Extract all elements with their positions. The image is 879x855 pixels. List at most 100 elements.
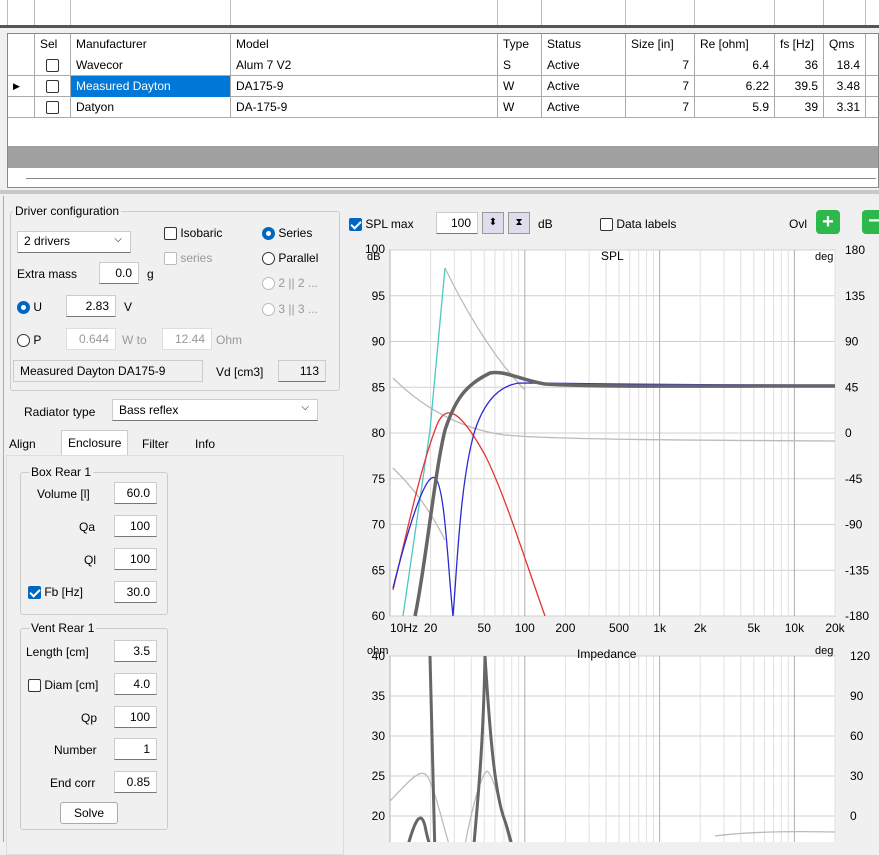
minus-icon[interactable]: − [862,210,879,234]
spl-title: SPL [601,249,624,263]
cell-qms: 18.4 [824,55,866,76]
plus-icon[interactable]: + [816,210,840,234]
tab-filter[interactable]: Filter [142,433,169,455]
fb-checkbox[interactable] [28,586,41,600]
extra-mass-label: Extra mass [17,267,78,281]
splitter[interactable] [0,190,879,194]
spl-y-tick: 95 [372,289,386,303]
end-corr-input[interactable]: 0.85 [114,771,157,793]
cell-manufacturer: Datyon [71,97,231,118]
spl-y-tick: 75 [372,472,386,486]
row-select-checkbox[interactable] [46,101,59,115]
qp-input[interactable]: 100 [114,706,157,728]
cell-type: S [498,55,542,76]
cell-re: 6.4 [695,55,775,76]
radiator-type-select[interactable]: Bass reflex ⌵ [112,399,318,421]
table-row[interactable]: ▶ Measured Dayton DA175-9 W Active 7 6.2… [8,76,878,97]
table-row[interactable]: Datyon DA-175-9 W Active 7 5.9 39 3.31 [8,97,878,118]
table-scrollbar[interactable] [8,146,878,168]
table-header: Sel Manufacturer Model Type Status Size … [8,34,878,55]
vd-value: 113 [278,360,326,382]
power-input[interactable]: 0.644 [66,328,116,350]
header-qms[interactable]: Qms [824,34,866,55]
cell-re: 5.9 [695,97,775,118]
header-manufacturer[interactable]: Manufacturer [71,34,231,55]
spl-y-tick: 80 [372,426,386,440]
imp-y-tick: 25 [372,769,386,783]
tab-info[interactable]: Info [195,433,215,455]
db-unit: dB [538,217,553,231]
left-panel: Driver configuration 2 drivers ⌵ Isobari… [3,196,344,855]
spl-y2-tick: 135 [845,289,865,303]
imp-y-unit: ohm [367,645,388,657]
spl-y2-tick: -180 [845,609,869,623]
imp-y2-tick: 60 [850,729,864,743]
solve-button[interactable]: Solve [60,802,118,824]
driver-table: Sel Manufacturer Model Type Status Size … [7,33,879,188]
spl-max-checkbox[interactable] [349,218,362,232]
spl-y2-tick: 180 [845,243,865,257]
current-row-arrow-icon: ▶ [8,76,35,97]
imp-y2-tick: 30 [850,769,864,783]
cell-manufacturer: Measured Dayton [71,76,231,97]
table-row[interactable]: Wavecor Alum 7 V2 S Active 7 6.4 36 18.4 [8,55,878,76]
diam-input[interactable]: 4.0 [114,673,157,695]
qa-label: Qa [79,520,96,534]
spl-y2-tick: 0 [845,426,852,440]
power-unit: W to [122,333,147,347]
spl-x-tick: 50 [478,621,492,635]
config-2x2-radio[interactable] [262,277,275,291]
header-fs[interactable]: fs [Hz] [775,34,824,55]
isobaric-checkbox[interactable] [164,227,177,241]
impedance-input[interactable]: 12.44 [162,328,212,350]
volume-input[interactable]: 60.0 [114,482,157,504]
config-3x3-radio[interactable] [262,303,275,317]
header-model[interactable]: Model [231,34,498,55]
imp-y2-tick: 120 [850,649,870,663]
drivers-select[interactable]: 2 drivers ⌵ [17,231,131,253]
volume-label: Volume [l] [37,487,90,501]
series-radio[interactable] [262,227,275,241]
diam-checkbox[interactable] [28,679,41,693]
header-sel[interactable]: Sel [35,34,71,55]
spl-x-tick: 500 [609,621,629,635]
length-input[interactable]: 3.5 [114,640,157,662]
spinner-updown-icon[interactable]: ⬍ [482,212,504,234]
spl-max-input[interactable]: 100 [436,212,478,234]
spl-chart: 100 180 95 135 90 90 85 45 80 0 75 -45 70 -90 65 -135 60… [365,242,869,635]
voltage-radio[interactable] [17,301,30,315]
row-select-checkbox[interactable] [46,80,59,94]
tab-align[interactable]: Align [6,433,39,455]
spl-y2-tick: 45 [845,380,859,394]
cell-qms: 3.31 [824,97,866,118]
header-status[interactable]: Status [542,34,626,55]
spl-y-tick: 90 [372,335,386,349]
imp-y2-tick: 90 [850,689,864,703]
ql-input[interactable]: 100 [114,548,157,570]
voltage-unit: V [124,300,133,314]
cell-size: 7 [626,76,695,97]
tab-enclosure[interactable]: Enclosure [61,430,129,456]
fb-input[interactable]: 30.0 [114,581,157,603]
extra-mass-input[interactable]: 0.0 [99,262,139,284]
extra-mass-unit: g [147,267,154,281]
series-checkbox[interactable] [164,252,177,266]
header-size[interactable]: Size [in] [626,34,695,55]
number-input[interactable]: 1 [114,738,157,760]
cell-manufacturer: Wavecor [71,55,231,76]
imp-y-tick: 20 [372,809,386,823]
data-labels-checkbox[interactable] [600,218,613,232]
driver-configuration-title: Driver configuration [13,204,122,218]
cell-qms: 3.48 [824,76,866,97]
row-select-checkbox[interactable] [46,59,59,73]
qa-input[interactable]: 100 [114,515,157,537]
hourglass-icon[interactable]: ⧗ [508,212,530,234]
voltage-input[interactable]: 2.83 [66,295,116,317]
power-radio[interactable] [17,334,30,348]
header-type[interactable]: Type [498,34,542,55]
spl-x-tick: 100 [515,621,535,635]
parallel-radio[interactable] [262,252,275,266]
header-re[interactable]: Re [ohm] [695,34,775,55]
impedance-chart: 40 12035 9030 6025 3020 0 ohm deg Impedance [367,645,870,842]
imp-y-tick: 30 [372,729,386,743]
